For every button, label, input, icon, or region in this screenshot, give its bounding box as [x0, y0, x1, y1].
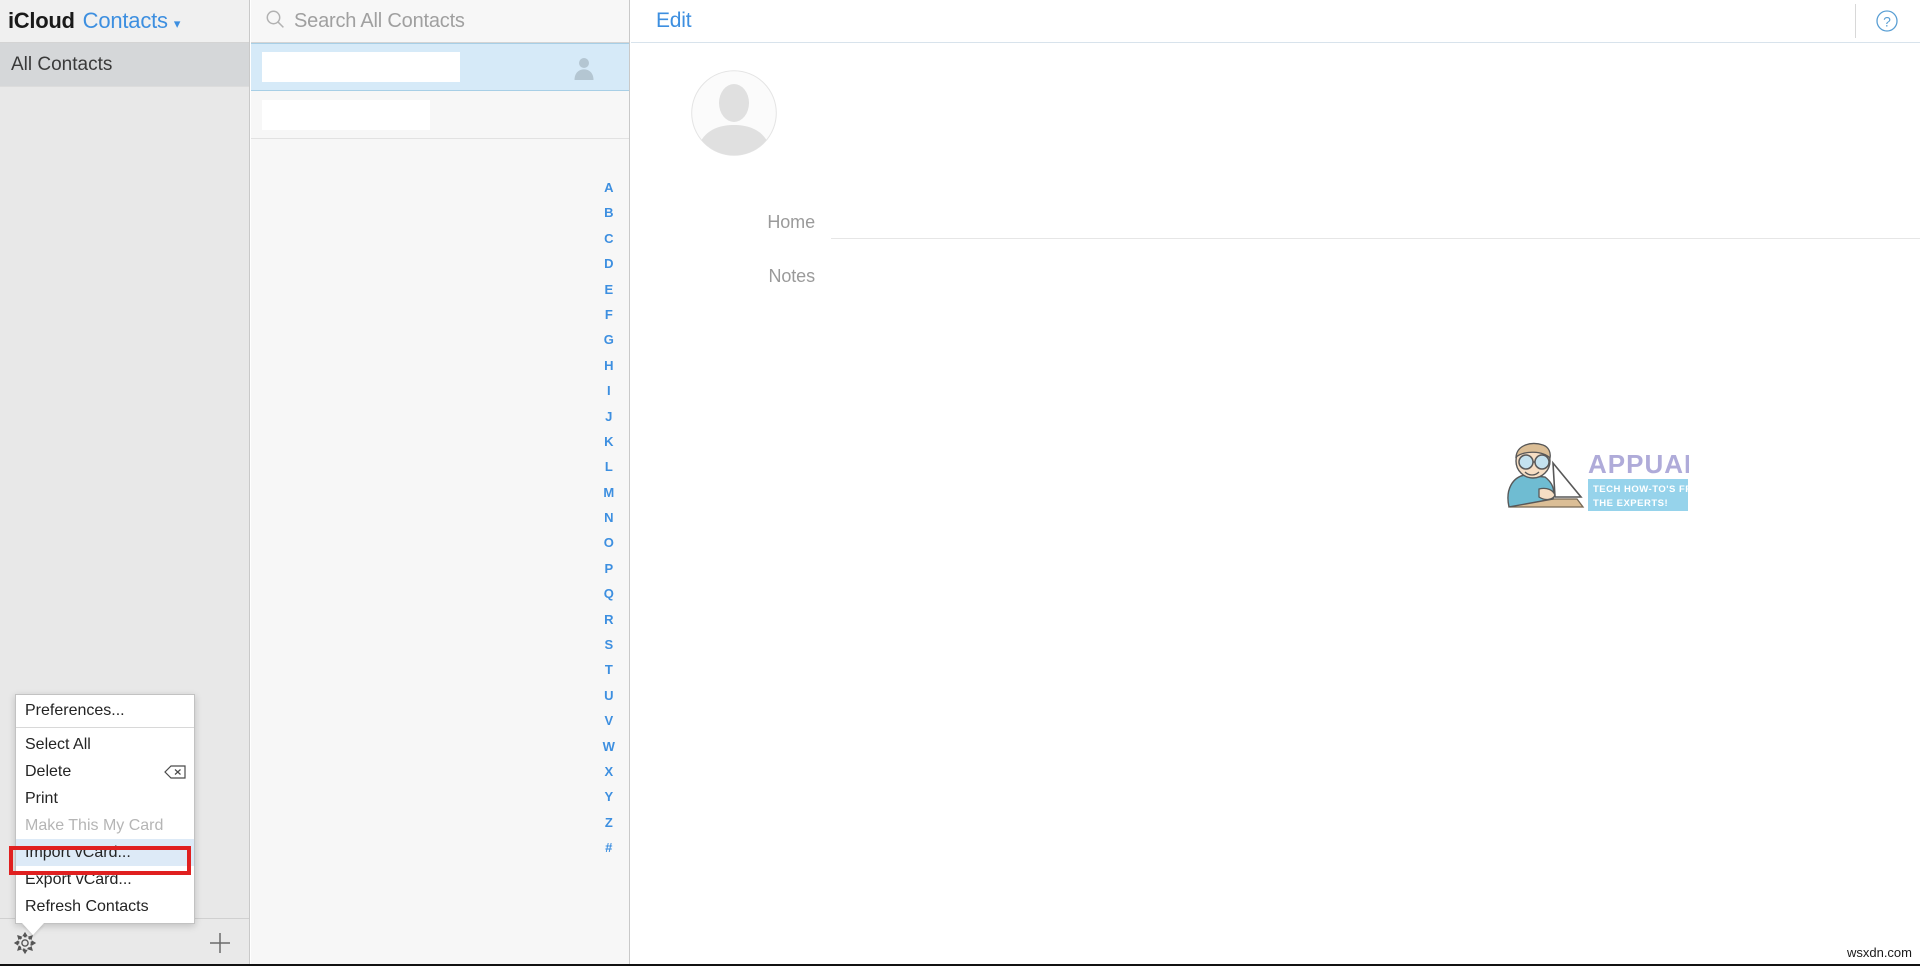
alpha-index-letter[interactable]: H	[604, 353, 614, 378]
menu-item-label: Export vCard...	[25, 870, 132, 888]
question-mark-circle-icon[interactable]: ?	[1855, 4, 1910, 38]
detail-toolbar: Edit ?	[631, 0, 1920, 43]
svg-text:TECH HOW-TO'S FROM: TECH HOW-TO'S FROM	[1593, 484, 1689, 495]
alpha-index-letter[interactable]: G	[604, 327, 615, 352]
icloud-wordmark: iCloud	[8, 8, 75, 33]
menu-item-label: Select All	[25, 735, 91, 753]
menu-item-label: Make This My Card	[25, 816, 164, 834]
person-icon	[571, 55, 597, 86]
menu-item-label: Refresh Contacts	[25, 897, 149, 915]
menu-item-label: Print	[25, 789, 58, 807]
alpha-index-letter[interactable]: R	[604, 607, 614, 632]
field-label: Notes	[768, 266, 815, 286]
sidebar-item-all-contacts[interactable]: All Contacts	[0, 43, 249, 87]
svg-text:APPUALS: APPUALS	[1588, 449, 1689, 479]
field-value[interactable]	[831, 212, 1920, 238]
alpha-index-letter[interactable]: U	[604, 683, 614, 708]
menu-item-export-vcard[interactable]: Export vCard...	[16, 866, 194, 893]
settings-context-menu: Preferences... Select All Delete Print M…	[15, 694, 195, 924]
sidebar-group-list: All Contacts	[0, 43, 249, 87]
sidebar: iCloud Contacts ▾ All Contacts Preferenc…	[0, 0, 250, 966]
add-contact-button[interactable]	[207, 930, 233, 956]
delete-key-icon	[164, 764, 186, 779]
contact-list-column: Search All Contacts A B C D E F G H I J …	[251, 0, 630, 966]
alpha-index-letter[interactable]: T	[605, 657, 613, 682]
contact-avatar[interactable]	[691, 70, 777, 161]
alpha-index-letter[interactable]: Y	[604, 784, 613, 809]
chevron-down-icon[interactable]: ▾	[174, 17, 181, 30]
contact-name-redacted	[262, 52, 460, 82]
search-bar[interactable]: Search All Contacts	[251, 0, 629, 43]
menu-item-import-vcard[interactable]: Import vCard...	[16, 839, 194, 866]
search-icon	[265, 9, 285, 34]
alpha-index-letter[interactable]: A	[604, 175, 614, 200]
alpha-index-letter[interactable]: D	[604, 251, 614, 276]
menu-item-select-all[interactable]: Select All	[16, 731, 194, 758]
alpha-index-letter[interactable]: F	[605, 302, 613, 327]
alpha-index-letter[interactable]: Z	[605, 810, 613, 835]
alpha-index-letter[interactable]: C	[604, 226, 614, 251]
alpha-index-letter[interactable]: O	[604, 530, 615, 555]
alpha-index-letter[interactable]: W	[603, 734, 616, 759]
icloud-contacts-window: iCloud Contacts ▾ All Contacts Preferenc…	[0, 0, 1920, 966]
alpha-index-letter[interactable]: X	[604, 759, 613, 784]
field-row-home[interactable]: Home	[631, 212, 1920, 238]
contact-list-item-selected[interactable]	[251, 43, 629, 91]
source-watermark: wsxdn.com	[1846, 945, 1912, 960]
alpha-index-letter[interactable]: I	[607, 378, 611, 403]
menu-item-label: Delete	[25, 762, 72, 780]
svg-text:THE EXPERTS!: THE EXPERTS!	[1593, 498, 1668, 509]
sidebar-item-label: All Contacts	[11, 53, 113, 75]
search-input[interactable]: Search All Contacts	[294, 10, 465, 33]
contact-list-item[interactable]	[251, 91, 629, 139]
menu-item-label: Import vCard...	[25, 843, 131, 861]
alpha-index-letter[interactable]: B	[604, 200, 614, 225]
edit-button[interactable]: Edit	[656, 9, 692, 33]
detail-spacer	[631, 67, 1920, 212]
alpha-index-letter[interactable]: M	[603, 480, 614, 505]
app-name-contacts[interactable]: Contacts	[83, 8, 168, 34]
menu-item-print[interactable]: Print	[16, 785, 194, 812]
alpha-index-letter[interactable]: #	[605, 835, 613, 860]
menu-item-preferences[interactable]: Preferences...	[16, 697, 194, 724]
detail-fields: Home Notes	[631, 43, 1920, 292]
field-value[interactable]	[831, 266, 1920, 292]
context-menu-pointer	[22, 923, 44, 935]
contact-name-redacted	[262, 99, 430, 130]
app-brand-header: iCloud Contacts ▾	[0, 0, 249, 43]
menu-item-label: Preferences...	[25, 701, 125, 719]
alpha-index-letter[interactable]: P	[604, 556, 613, 581]
alphabet-index: A B C D E F G H I J K L M N O P Q R S T …	[589, 175, 629, 861]
alpha-index-letter[interactable]: Q	[604, 581, 615, 606]
menu-item-refresh-contacts[interactable]: Refresh Contacts	[16, 893, 194, 920]
field-row-notes[interactable]: Notes	[631, 266, 1920, 292]
menu-item-make-this-my-card: Make This My Card	[16, 812, 194, 839]
menu-separator	[16, 727, 194, 728]
alpha-index-letter[interactable]: V	[604, 708, 613, 733]
alpha-index-letter[interactable]: J	[605, 404, 613, 429]
detail-spacer	[631, 239, 1920, 266]
alpha-index-letter[interactable]: N	[604, 505, 614, 530]
alpha-index-letter[interactable]: S	[604, 632, 613, 657]
svg-text:?: ?	[1883, 13, 1891, 29]
alpha-index-letter[interactable]: K	[604, 429, 614, 454]
alpha-index-letter[interactable]: E	[604, 277, 613, 302]
field-label: Home	[767, 212, 815, 232]
menu-item-delete[interactable]: Delete	[16, 758, 194, 785]
alpha-index-letter[interactable]: L	[605, 454, 613, 479]
appuals-watermark-logo: APPUALS TECH HOW-TO'S FROM THE EXPERTS!	[1493, 437, 1718, 517]
contact-detail-panel: Edit ? Home Notes APPUA TECH HOW-TO'S F …	[631, 0, 1920, 966]
